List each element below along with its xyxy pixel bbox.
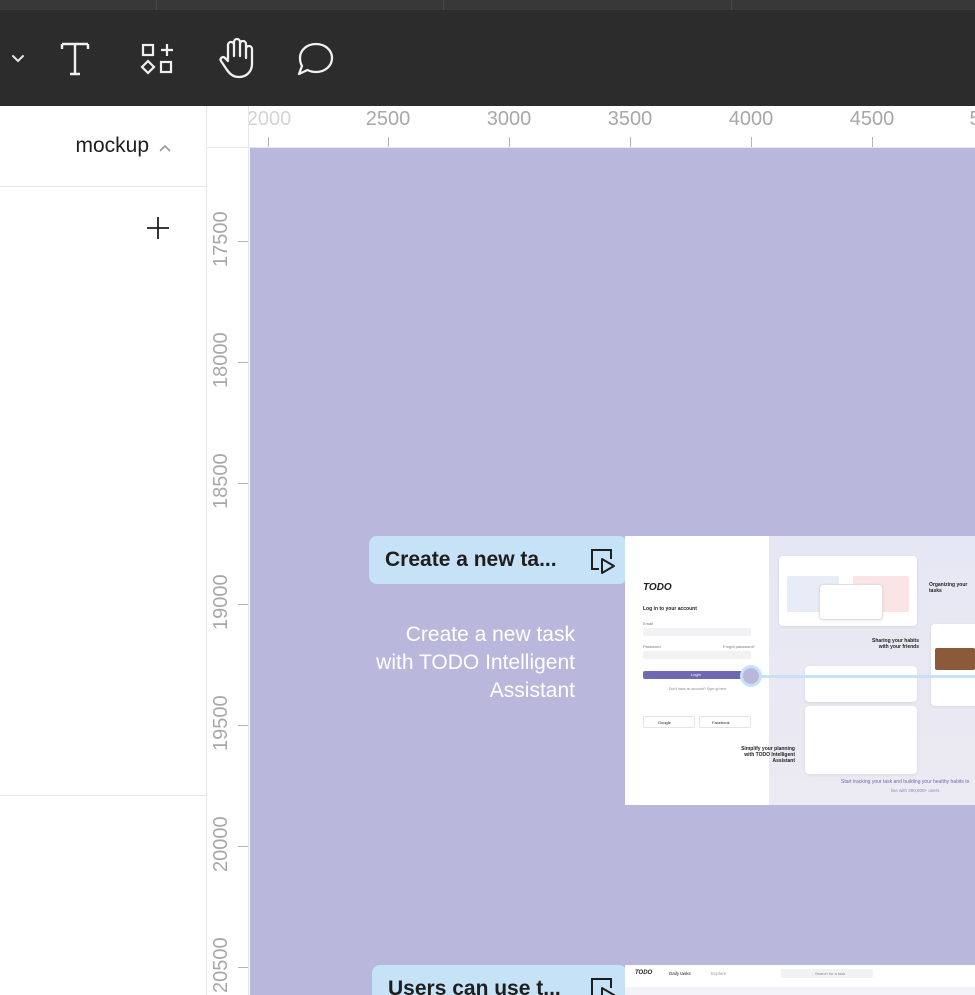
ruler-tick bbox=[872, 137, 873, 147]
page-header[interactable]: mockup bbox=[0, 106, 206, 187]
sharing-caption: Sharing your habits with your friends bbox=[872, 638, 919, 650]
ruler-tick bbox=[238, 967, 248, 968]
ruler-tick bbox=[238, 362, 248, 363]
add-page-button[interactable] bbox=[144, 214, 172, 242]
text-tool-icon[interactable] bbox=[52, 36, 98, 82]
toolbar-top-strip bbox=[0, 0, 975, 10]
google-label: Google bbox=[658, 720, 671, 725]
password-field bbox=[643, 651, 751, 659]
flow-starting-point-label[interactable]: Create a new ta... bbox=[369, 536, 627, 584]
todo-logo: TODO bbox=[643, 582, 672, 593]
tab-daily-tasks: Daily tasks bbox=[669, 971, 691, 976]
task-popup bbox=[819, 584, 883, 620]
ruler-label: 18000 bbox=[210, 332, 232, 388]
shapes-tool-icon[interactable] bbox=[134, 36, 180, 82]
password-label: Password bbox=[643, 644, 661, 649]
mockup-frame-login[interactable]: TODO Log in to your account Email Passwo… bbox=[625, 536, 975, 805]
ruler-label: 19000 bbox=[210, 574, 232, 630]
feature-pane: Organizing your tasks Sharing your habit… bbox=[741, 536, 975, 805]
strip-separator bbox=[156, 0, 157, 10]
google-button: Google bbox=[643, 716, 695, 728]
flow-label-text: Create a new ta... bbox=[385, 548, 557, 571]
facebook-button: Facebook bbox=[699, 716, 751, 728]
ruler-label: 3000 bbox=[486, 108, 532, 130]
ruler-tick bbox=[238, 604, 248, 605]
ruler-label: 5 bbox=[969, 108, 975, 131]
flow-description-line: Assistant bbox=[489, 679, 575, 702]
search-placeholder: Search for a task bbox=[815, 971, 846, 976]
chevron-up-icon[interactable] bbox=[158, 140, 172, 158]
ruler-label: 20500 bbox=[210, 937, 232, 993]
email-label: Email bbox=[643, 621, 654, 626]
play-prototype-icon[interactable] bbox=[589, 547, 617, 580]
ruler-horizontal: 2000 2500 3000 3500 4000 4500 5 bbox=[207, 106, 975, 148]
chevron-down-icon[interactable] bbox=[6, 46, 30, 70]
login-title: Log in to your account bbox=[643, 606, 697, 612]
plus-icon bbox=[147, 217, 169, 239]
assistant-input-card bbox=[805, 666, 917, 702]
simplify-caption: Simplify your planning with TODO Intelli… bbox=[741, 746, 795, 764]
flow-description: Create a new task with TODO Intelligent … bbox=[310, 621, 575, 705]
page-name[interactable]: mockup bbox=[75, 134, 149, 158]
flow-description-line: Create a new task bbox=[405, 623, 575, 646]
comment-tool-icon[interactable] bbox=[292, 36, 338, 82]
social-card bbox=[931, 624, 975, 706]
play-prototype-icon[interactable] bbox=[589, 976, 617, 995]
food-photo bbox=[935, 648, 975, 670]
ruler-tick bbox=[238, 241, 248, 242]
ruler-tick bbox=[388, 137, 389, 147]
prototype-connection-handle[interactable] bbox=[740, 665, 762, 687]
layers-panel: mockup bbox=[0, 106, 207, 995]
signup-link: Don't have an account? Sign up here bbox=[669, 687, 727, 691]
footer-text: Start tracking your task and building yo… bbox=[841, 779, 970, 785]
strip-separator bbox=[731, 0, 732, 10]
toolbar bbox=[0, 0, 975, 106]
hand-tool-icon[interactable] bbox=[212, 34, 260, 82]
flow-label-text: Users can use t... bbox=[388, 977, 561, 995]
ruler-label: 18500 bbox=[210, 453, 232, 509]
ruler-tick bbox=[238, 846, 248, 847]
login-button-label: Login bbox=[691, 672, 701, 677]
ruler-tick bbox=[238, 725, 248, 726]
ruler-corner bbox=[207, 106, 249, 148]
canvas[interactable]: Create a new ta... Create a new task wit… bbox=[250, 148, 975, 995]
ruler-label: 20000 bbox=[210, 816, 232, 872]
tasks-content bbox=[625, 987, 975, 995]
search-field: Search for a task bbox=[781, 969, 873, 978]
flow-description-line: with TODO Intelligent bbox=[376, 651, 575, 674]
ruler-label: 4000 bbox=[728, 108, 774, 130]
assistant-chat-card bbox=[805, 706, 917, 774]
mockup-frame-tasks[interactable]: TODO Daily tasks Explore Search for a ta… bbox=[625, 965, 975, 995]
todo-logo: TODO bbox=[635, 970, 653, 976]
organizing-caption: Organizing your tasks bbox=[929, 582, 968, 594]
strip-separator bbox=[443, 0, 444, 10]
flow-starting-point-label[interactable]: Users can use t... bbox=[372, 965, 627, 995]
ruler-label: 3500 bbox=[607, 108, 653, 130]
login-button: Login bbox=[643, 671, 751, 679]
ruler-label: 2000 bbox=[246, 108, 292, 130]
panel-divider bbox=[0, 795, 206, 796]
ruler-tick bbox=[268, 137, 269, 147]
ruler-tick bbox=[751, 137, 752, 147]
ruler-label: 17500 bbox=[210, 211, 232, 267]
ruler-tick bbox=[630, 137, 631, 147]
email-field bbox=[643, 628, 751, 636]
ruler-vertical: 17500 18000 18500 19000 19500 20000 2050… bbox=[207, 148, 249, 995]
forgot-password-link: Forgot password? bbox=[723, 644, 756, 649]
footer-text-2: live with 300,000+ users bbox=[891, 788, 940, 793]
ruler-tick bbox=[509, 137, 510, 147]
ruler-tick bbox=[238, 483, 248, 484]
ruler-label: 19500 bbox=[210, 695, 232, 751]
facebook-label: Facebook bbox=[712, 720, 730, 725]
ruler-label: 2500 bbox=[365, 108, 411, 130]
prototype-connection-line bbox=[760, 675, 975, 678]
tab-explore: Explore bbox=[711, 971, 727, 976]
task-board-card bbox=[779, 556, 917, 626]
ruler-label: 4500 bbox=[849, 108, 895, 130]
